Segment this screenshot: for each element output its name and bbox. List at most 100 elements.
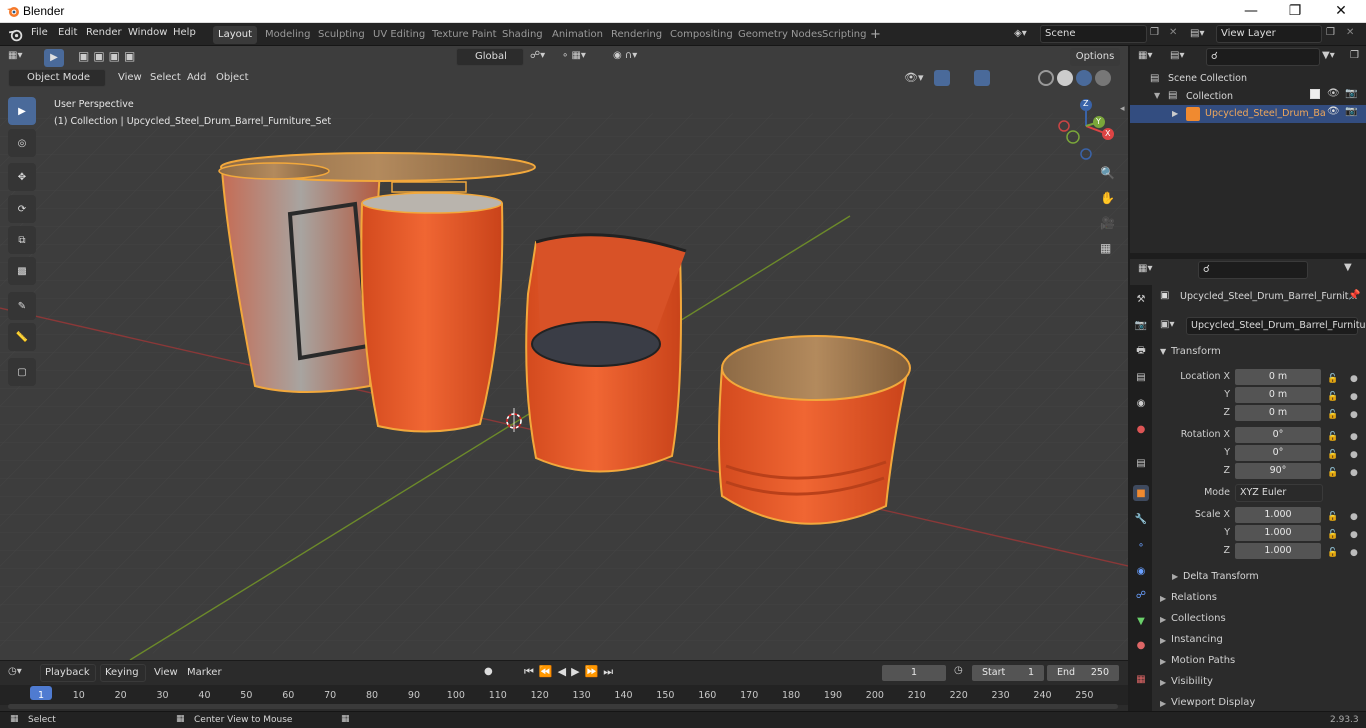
gizmo-toggle-icon[interactable] (934, 70, 950, 86)
next-keyframe-icon[interactable]: ⏩ (585, 665, 604, 678)
shading-mode-icons[interactable] (1038, 70, 1114, 86)
object-camera-icon[interactable]: 📷 (1345, 106, 1357, 117)
tab-uv-editing[interactable]: UV Editing (368, 26, 430, 44)
cursor-tool[interactable]: ◎ (8, 129, 36, 157)
viewport-display-header[interactable]: Viewport Display (1171, 697, 1255, 708)
tab-sculpting[interactable]: Sculpting (313, 26, 370, 44)
rotation-z-field[interactable]: 90° (1235, 463, 1321, 479)
keying-menu[interactable]: Keying (100, 664, 146, 682)
view-layer-icon[interactable]: ▤▾ (1190, 28, 1204, 39)
solid-shading-icon[interactable] (1057, 70, 1073, 86)
editor-type-icon[interactable]: ▦▾ (8, 50, 34, 66)
3d-viewport[interactable]: Z X Y ▦▾ ▶ ▣▣▣▣ Global ☍▾ ∘ ▦▾ ◉ ∩▾ Opti… (0, 46, 1128, 660)
tab-animation[interactable]: Animation (547, 26, 608, 44)
scale-lock-icons[interactable]: 🔓 🔓 🔓 (1327, 508, 1338, 562)
scene-tab-icon[interactable]: ◉ (1133, 395, 1149, 411)
filter-icon[interactable]: ▼▾ (1322, 50, 1335, 61)
collection-tab-icon[interactable]: ▤ (1133, 455, 1149, 471)
menu-help[interactable]: Help (173, 27, 196, 38)
tool-tab-icon[interactable]: ⚒ (1133, 291, 1149, 307)
collection-eye-icon[interactable]: 👁 (1327, 88, 1340, 99)
menu-view[interactable]: View (118, 72, 142, 83)
wireframe-shading-icon[interactable] (1038, 70, 1054, 86)
menu-edit[interactable]: Edit (58, 27, 77, 38)
tab-modeling[interactable]: Modeling (260, 26, 316, 44)
pan-hand-icon[interactable]: ✋ (1100, 191, 1115, 205)
scale-tool[interactable]: ⧉ (8, 226, 36, 254)
close-button[interactable]: ✕ (1318, 0, 1364, 23)
tab-shading[interactable]: Shading (497, 26, 548, 44)
transform-orientation-select[interactable]: Global (456, 48, 524, 66)
menu-file[interactable]: File (31, 27, 48, 38)
object-tab-icon[interactable]: ■ (1133, 485, 1149, 501)
end-frame-field[interactable]: End 250 (1047, 665, 1119, 681)
object-browse-icon[interactable]: ▣▾ (1160, 319, 1174, 330)
select-box-tool[interactable]: ▶ (8, 97, 36, 125)
outliner-object-row[interactable]: ▶ Upcycled_Steel_Drum_Ba 👁 📷 (1130, 105, 1366, 123)
measure-tool[interactable]: 📏 (8, 323, 36, 351)
tab-scripting[interactable]: Scripting (817, 26, 871, 44)
keyframe-dots[interactable]: ● ● ● (1350, 370, 1358, 424)
menu-object[interactable]: Object (216, 72, 249, 83)
rendered-shading-icon[interactable] (1095, 70, 1111, 86)
tab-rendering[interactable]: Rendering (606, 26, 667, 44)
outliner-scene-collection[interactable]: Scene Collection (1168, 73, 1247, 84)
timeline-editor-icon[interactable]: ◷▾ (8, 666, 22, 677)
outliner-search-input[interactable]: ☌ (1206, 48, 1320, 66)
location-y-field[interactable]: 0 m (1235, 387, 1321, 403)
zoom-icon[interactable]: 🔍 (1100, 166, 1115, 180)
add-cube-tool[interactable]: ▢ (8, 358, 36, 386)
collection-expand-icon[interactable]: ▼ (1154, 91, 1160, 100)
new-scene-icon[interactable]: ❐ (1150, 27, 1159, 38)
physics-tab-icon[interactable]: ◉ (1133, 563, 1149, 579)
tab-geometry-nodes[interactable]: Geometry Nodes (733, 26, 827, 44)
constraints-tab-icon[interactable]: ☍ (1133, 587, 1149, 603)
collection-checkbox[interactable] (1310, 89, 1320, 99)
camera-view-icon[interactable]: 🎥 (1100, 216, 1115, 230)
menu-select[interactable]: Select (150, 72, 181, 83)
visibility-header[interactable]: Visibility (1171, 676, 1213, 687)
pivot-icon[interactable]: ☍▾ (530, 50, 545, 61)
scene-icon[interactable]: ◈▾ (1014, 28, 1036, 42)
rotation-keyframe-dots[interactable]: ● ● ● (1350, 428, 1358, 482)
select-tool-icon[interactable]: ▶ (44, 49, 64, 67)
properties-search-input[interactable]: ☌ (1198, 261, 1308, 279)
preview-range-icon[interactable]: ◷ (954, 665, 963, 676)
delta-transform-header[interactable]: Delta Transform (1183, 571, 1259, 582)
tab-texture-paint[interactable]: Texture Paint (427, 26, 502, 44)
view-layer-tab-icon[interactable]: ▤ (1133, 369, 1149, 385)
options-button[interactable]: Options (1070, 48, 1120, 66)
menu-window[interactable]: Window (128, 27, 167, 38)
jump-start-icon[interactable]: ⏮ (524, 665, 539, 678)
ortho-grid-icon[interactable]: ▦ (1100, 241, 1111, 255)
scale-keyframe-dots[interactable]: ● ● ● (1350, 508, 1358, 562)
new-view-layer-icon[interactable]: ❐ (1326, 27, 1335, 38)
collections-expand-icon[interactable]: ▶ (1160, 615, 1166, 624)
proportional-edit-icon[interactable]: ◉ ∩▾ (613, 50, 637, 61)
visibility-icon[interactable]: 👁▾ (904, 71, 924, 84)
current-frame-field[interactable]: 1 (882, 665, 946, 681)
transform-collapse-icon[interactable]: ▼ (1160, 347, 1166, 356)
record-icon[interactable]: ● (484, 666, 493, 677)
motion-paths-expand-icon[interactable]: ▶ (1160, 657, 1166, 666)
outliner-collection[interactable]: Collection (1186, 91, 1233, 102)
move-tool[interactable]: ✥ (8, 163, 36, 191)
menu-render[interactable]: Render (86, 27, 122, 38)
particles-tab-icon[interactable]: ∘ (1133, 537, 1149, 553)
location-x-field[interactable]: 0 m (1235, 369, 1321, 385)
lock-icons[interactable]: 🔓 🔓 🔓 (1327, 370, 1338, 424)
tab-compositing[interactable]: Compositing (665, 26, 738, 44)
annotate-tool[interactable]: ✎ (8, 292, 36, 320)
blender-menu-icon[interactable] (8, 27, 23, 42)
barrel-stool[interactable] (718, 335, 911, 525)
world-tab-icon[interactable]: ● (1133, 421, 1149, 437)
playback-menu[interactable]: Playback (40, 664, 96, 682)
properties-options-icon[interactable]: ▼ (1344, 262, 1352, 273)
properties-editor-icon[interactable]: ▦▾ (1138, 263, 1152, 274)
object-expand-icon[interactable]: ▶ (1172, 109, 1178, 118)
timeline-scrollbar[interactable] (8, 704, 1118, 709)
output-tab-icon[interactable]: 🖶 (1133, 343, 1149, 359)
delete-view-layer-icon[interactable]: ✕ (1346, 27, 1354, 38)
menu-add[interactable]: Add (187, 72, 206, 83)
overlays-toggle-icon[interactable] (974, 70, 990, 86)
